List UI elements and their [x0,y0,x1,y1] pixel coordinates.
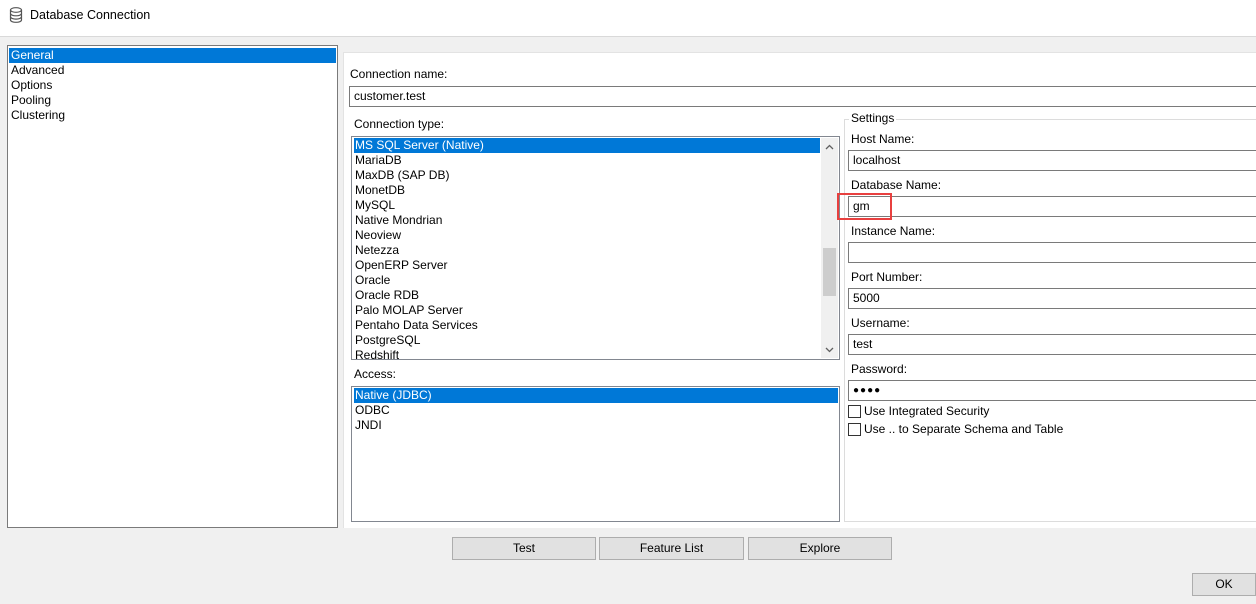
nav-item-pooling[interactable]: Pooling [9,93,336,108]
list-item[interactable]: MS SQL Server (Native) [354,138,820,153]
general-panel: Connection name: customer.test Connectio… [343,52,1256,528]
list-item[interactable]: MariaDB [354,153,402,168]
separate-schema-checkbox[interactable] [848,423,861,436]
list-item[interactable]: JNDI [354,418,382,433]
separate-schema-label: Use .. to Separate Schema and Table [864,422,1064,436]
access-list[interactable]: Native (JDBC) ODBC JNDI [351,386,840,522]
password-label: Password: [851,362,908,376]
database-name-label: Database Name: [851,178,942,192]
list-item[interactable]: MaxDB (SAP DB) [354,168,449,183]
explore-button[interactable]: Explore [748,537,892,560]
connection-type-list[interactable]: MS SQL Server (Native) MariaDB MaxDB (SA… [351,136,840,360]
list-item[interactable]: Pentaho Data Services [354,318,478,333]
instance-name-input[interactable] [848,242,1256,263]
list-item[interactable]: ODBC [354,403,390,418]
port-number-input[interactable]: 5000 [848,288,1256,309]
connection-type-label: Connection type: [354,117,445,131]
settings-group-title: Settings [849,111,897,125]
instance-name-label: Instance Name: [851,224,936,238]
username-label: Username: [851,316,910,330]
connection-type-scrollbar[interactable] [821,138,838,358]
list-item[interactable]: Oracle [354,273,390,288]
chevron-up-icon[interactable] [821,138,838,155]
list-item[interactable]: MySQL [354,198,395,213]
host-name-label: Host Name: [851,132,915,146]
list-item[interactable]: Netezza [354,243,399,258]
host-name-input[interactable]: localhost [848,150,1256,171]
nav-item-options[interactable]: Options [9,78,336,93]
highlight-annotation-box [837,193,892,220]
list-item[interactable]: MonetDB [354,183,405,198]
list-item[interactable]: Oracle RDB [354,288,419,303]
password-input[interactable]: ●●●● [848,380,1256,401]
connection-name-input[interactable]: customer.test [349,86,1256,107]
ok-button[interactable]: OK [1192,573,1256,596]
test-button[interactable]: Test [452,537,596,560]
chevron-down-icon[interactable] [821,341,838,358]
list-item[interactable]: Native (JDBC) [354,388,838,403]
list-item[interactable]: Palo MOLAP Server [354,303,463,318]
connection-name-label: Connection name: [350,67,448,81]
database-icon [9,7,23,23]
list-item[interactable]: Neoview [354,228,401,243]
integrated-security-label: Use Integrated Security [864,404,990,418]
feature-list-button[interactable]: Feature List [599,537,744,560]
integrated-security-checkbox[interactable] [848,405,861,418]
list-item[interactable]: OpenERP Server [354,258,448,273]
category-list[interactable]: General Advanced Options Pooling Cluster… [7,45,338,528]
nav-item-clustering[interactable]: Clustering [9,108,336,123]
database-name-input[interactable]: gm [848,196,1256,217]
title-bar: Database Connection [0,0,1256,31]
list-item[interactable]: Redshift [354,348,399,359]
username-input[interactable]: test [848,334,1256,355]
scrollbar-thumb[interactable] [823,248,836,296]
list-item[interactable]: Native Mondrian [354,213,442,228]
nav-item-advanced[interactable]: Advanced [9,63,336,78]
window-title: Database Connection [30,8,151,22]
list-item[interactable]: PostgreSQL [354,333,420,348]
nav-item-general[interactable]: General [9,48,336,63]
port-number-label: Port Number: [851,270,923,284]
access-label: Access: [354,367,397,381]
